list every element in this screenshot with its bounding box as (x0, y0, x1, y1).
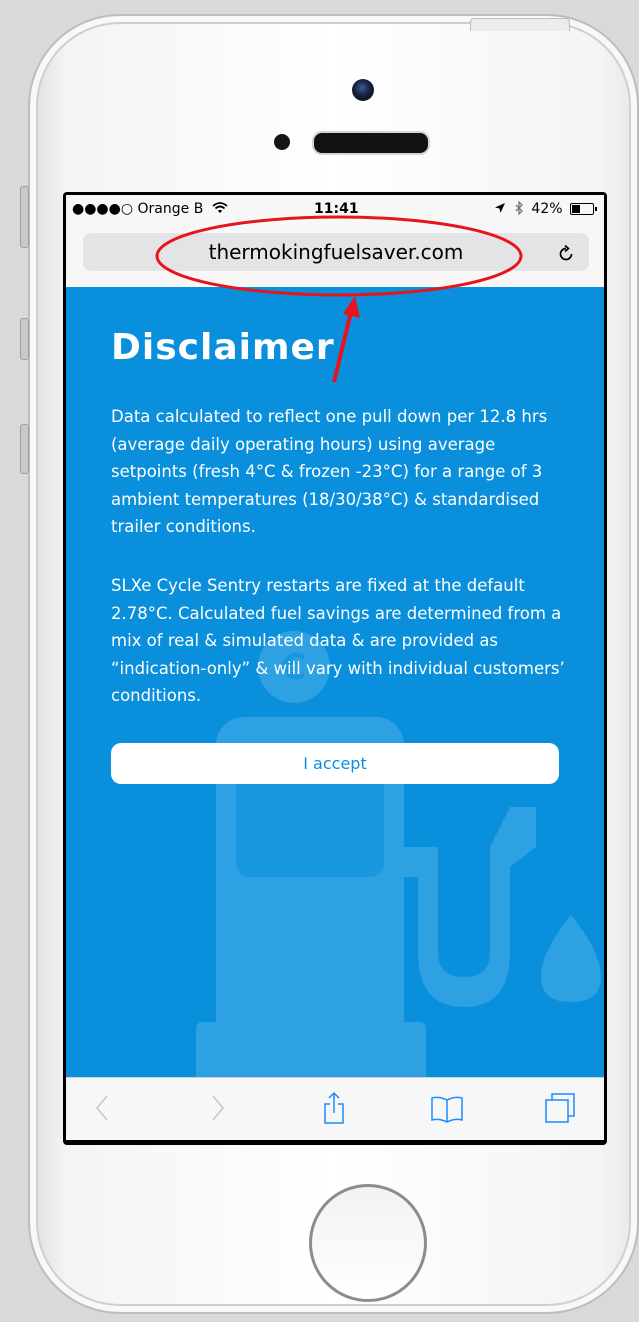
url-highlight-ellipse (155, 215, 523, 297)
annotation-overlay (155, 215, 523, 383)
annotation-arrow (332, 296, 360, 383)
